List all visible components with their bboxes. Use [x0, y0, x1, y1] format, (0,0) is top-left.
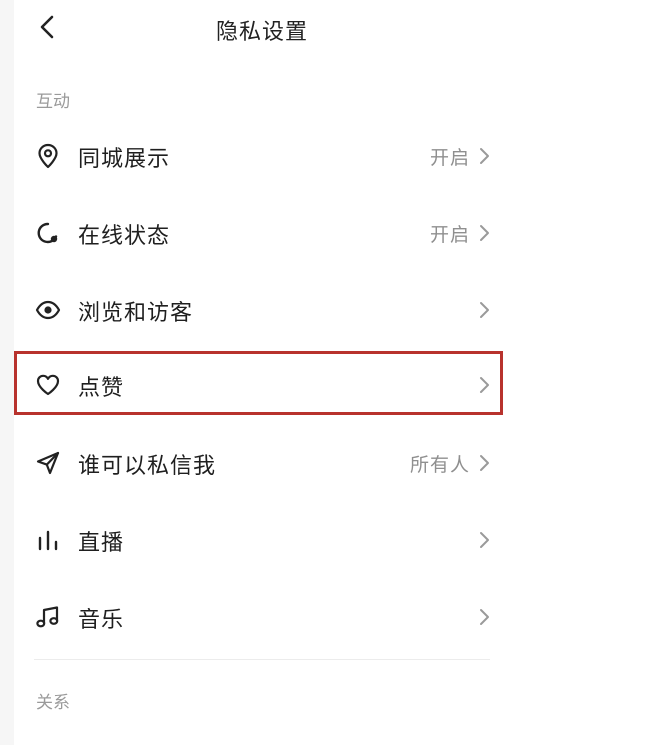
row-views-visitors[interactable]: 浏览和访客 — [14, 272, 510, 348]
page-title: 隐私设置 — [215, 20, 308, 45]
music-note-icon — [34, 603, 62, 631]
section-divider — [34, 659, 490, 660]
header-bar: 隐私设置 — [14, 0, 510, 58]
row-music[interactable]: 音乐 — [14, 579, 510, 655]
eye-icon — [34, 296, 62, 324]
chevron-right-icon — [478, 221, 492, 245]
chevron-right-icon — [478, 605, 492, 629]
chevron-right-icon — [478, 451, 492, 475]
row-live[interactable]: 直播 — [14, 502, 510, 578]
row-value: 开启 — [429, 224, 470, 246]
row-label: 同城展示 — [78, 147, 171, 172]
section-label-relationship: 关系 — [36, 693, 70, 713]
online-status-icon — [34, 219, 62, 247]
section-label-interaction: 互动 — [36, 92, 70, 112]
row-who-can-message[interactable]: 谁可以私信我 所有人 — [14, 425, 510, 501]
row-label: 谁可以私信我 — [78, 454, 217, 479]
heart-icon — [34, 371, 62, 399]
row-label: 点赞 — [78, 376, 125, 401]
chevron-right-icon — [478, 144, 492, 168]
row-value: 所有人 — [409, 454, 470, 476]
row-label: 在线状态 — [78, 224, 171, 249]
right-margin — [510, 0, 657, 745]
row-local-display[interactable]: 同城展示 开启 — [14, 118, 510, 194]
location-pin-icon — [34, 142, 62, 170]
chevron-right-icon — [478, 528, 492, 552]
row-value: 开启 — [429, 147, 470, 169]
row-likes[interactable]: 点赞 — [14, 347, 510, 423]
row-label: 音乐 — [78, 608, 125, 633]
chevron-right-icon — [478, 298, 492, 322]
row-label: 浏览和访客 — [78, 301, 194, 326]
row-online-status[interactable]: 在线状态 开启 — [14, 195, 510, 271]
live-bars-icon — [34, 526, 62, 554]
privacy-settings-panel: 隐私设置 互动 同城展示 开启 在线状态 开启 浏览和访客 点赞 谁可以私信我 … — [14, 0, 510, 745]
send-icon — [34, 449, 62, 477]
row-label: 直播 — [78, 531, 125, 556]
chevron-right-icon — [478, 373, 492, 397]
left-margin — [0, 0, 14, 745]
